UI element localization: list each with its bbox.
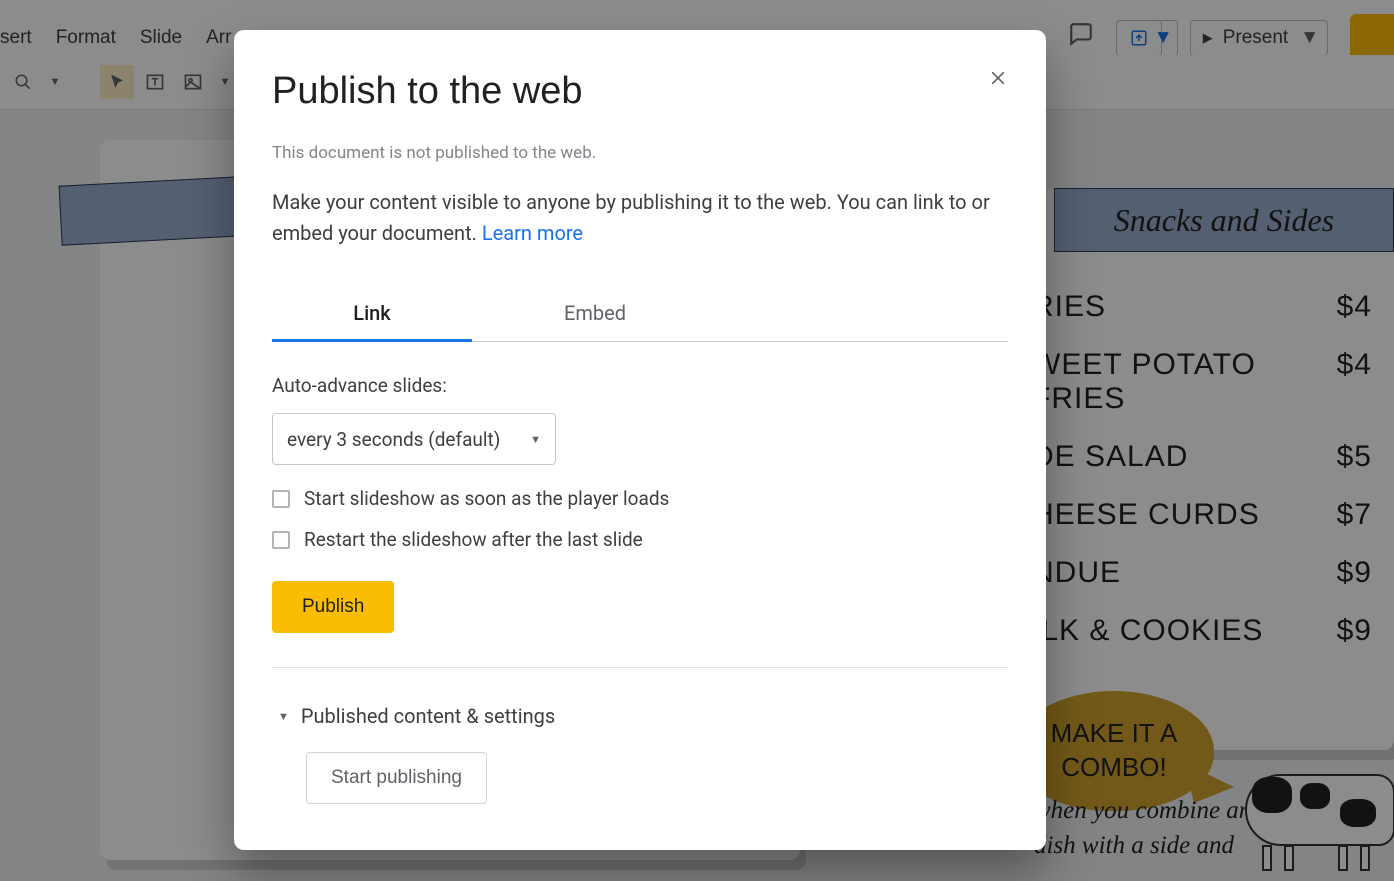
- published-settings-toggle[interactable]: ▼ Published content & settings: [272, 704, 1008, 728]
- auto-advance-label: Auto-advance slides:: [272, 374, 1008, 397]
- dialog-description: Make your content visible to anyone by p…: [272, 187, 1002, 249]
- tabs: Link Embed: [272, 287, 1008, 342]
- publish-status: This document is not published to the we…: [272, 143, 1008, 163]
- checkbox-row-restart[interactable]: Restart the slideshow after the last sli…: [272, 528, 1008, 551]
- chevron-down-icon: ▼: [530, 433, 541, 446]
- divider: [272, 667, 1008, 668]
- start-publishing-button[interactable]: Start publishing: [306, 752, 487, 804]
- close-button[interactable]: [984, 64, 1012, 92]
- checkbox-start-slideshow[interactable]: [272, 490, 290, 508]
- publish-to-web-dialog: Publish to the web This document is not …: [234, 30, 1046, 850]
- checkbox-start-label: Start slideshow as soon as the player lo…: [304, 487, 669, 510]
- learn-more-link[interactable]: Learn more: [482, 221, 583, 245]
- checkbox-restart-label: Restart the slideshow after the last sli…: [304, 528, 643, 551]
- published-settings-label: Published content & settings: [301, 704, 555, 728]
- checkbox-row-start[interactable]: Start slideshow as soon as the player lo…: [272, 487, 1008, 510]
- publish-button[interactable]: Publish: [272, 581, 394, 633]
- dialog-title: Publish to the web: [272, 70, 1008, 113]
- tab-link[interactable]: Link: [272, 287, 472, 342]
- description-text: Make your content visible to anyone by p…: [272, 190, 990, 245]
- auto-advance-select[interactable]: every 3 seconds (default) ▼: [272, 413, 556, 465]
- checkbox-restart-slideshow[interactable]: [272, 531, 290, 549]
- auto-advance-value: every 3 seconds (default): [287, 428, 500, 451]
- tab-embed[interactable]: Embed: [472, 287, 718, 341]
- chevron-down-icon: ▼: [278, 710, 289, 723]
